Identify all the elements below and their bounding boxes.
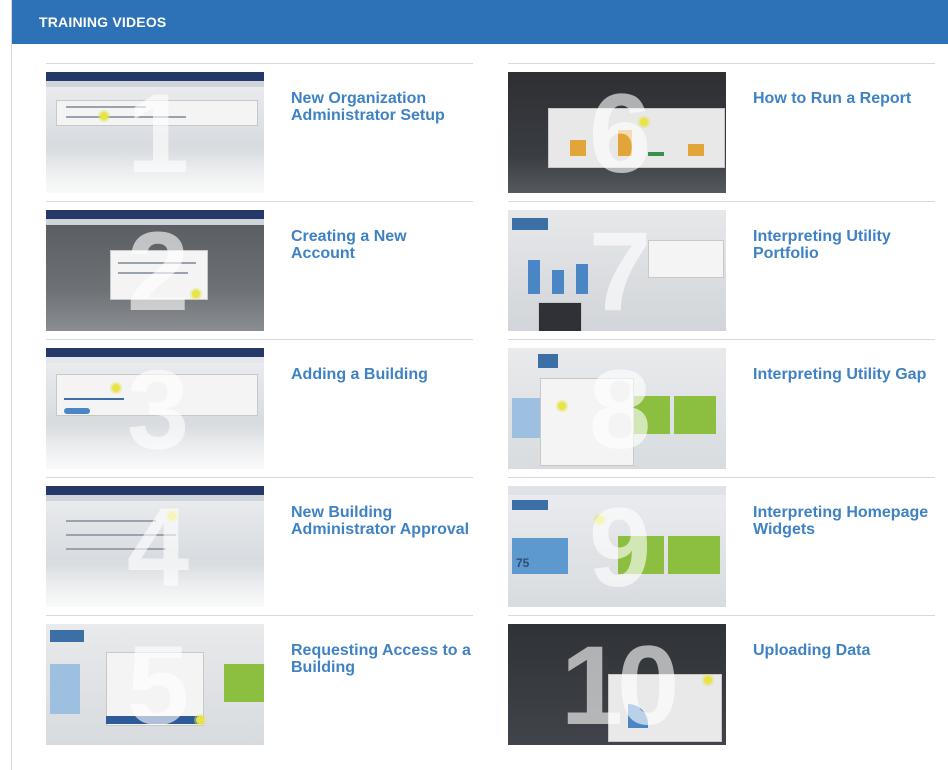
video-number: 5 [126,624,189,745]
video-number: 9 [588,486,651,607]
video-number: 6 [588,72,651,193]
video-row: 4 New Building Administrator Approval 75… [46,477,945,615]
video-title-link[interactable]: Uploading Data [753,642,933,659]
video-item-9: 75 9 Interpreting Homepage Widgets [508,477,935,616]
video-item-5: 5 Requesting Access to a Building [46,615,473,754]
video-title-link[interactable]: Adding a Building [291,366,471,383]
video-item-7: 7 Interpreting Utility Portfolio [508,201,935,340]
video-thumbnail[interactable]: 10 [508,624,726,745]
video-row: 3 Adding a Building 8 Interpreting Utili… [46,339,945,477]
video-title-link[interactable]: New Organization Administrator Setup [291,90,471,124]
video-title-link[interactable]: Interpreting Homepage Widgets [753,504,933,538]
video-thumbnail[interactable]: 6 [508,72,726,193]
video-thumbnail[interactable]: 5 [46,624,264,745]
video-item-1: 1 New Organization Administrator Setup [46,63,473,202]
video-thumbnail[interactable]: 8 [508,348,726,469]
video-row: 5 Requesting Access to a Building 10 Upl… [46,615,945,753]
thumb-fade [46,557,264,607]
video-thumbnail[interactable]: 2 [46,210,264,331]
video-title-link[interactable]: New Building Administrator Approval [291,504,471,538]
video-number: 10 [560,624,680,745]
panel-header: TRAINING VIDEOS [12,0,948,44]
thumb-fade [46,419,264,469]
video-number: 8 [588,348,651,469]
video-item-10: 10 Uploading Data [508,615,935,754]
video-thumbnail[interactable]: 1 [46,72,264,193]
video-item-4: 4 New Building Administrator Approval [46,477,473,616]
video-title-link[interactable]: How to Run a Report [753,90,933,107]
video-row: 1 New Organization Administrator Setup 6… [46,63,945,201]
video-title-link[interactable]: Requesting Access to a Building [291,642,471,676]
video-number: 7 [588,210,651,331]
video-title-link[interactable]: Creating a New Account [291,228,471,262]
video-thumbnail[interactable]: 3 [46,348,264,469]
video-number: 2 [126,210,189,331]
video-row: 2 Creating a New Account 7 Interpreting … [46,201,945,339]
video-thumbnail[interactable]: 4 [46,486,264,607]
video-item-8: 8 Interpreting Utility Gap [508,339,935,478]
video-thumbnail[interactable]: 7 [508,210,726,331]
video-thumbnail[interactable]: 75 9 [508,486,726,607]
video-item-6: 6 How to Run a Report [508,63,935,202]
video-title-link[interactable]: Interpreting Utility Portfolio [753,228,933,262]
video-title-link[interactable]: Interpreting Utility Gap [753,366,933,383]
video-item-3: 3 Adding a Building [46,339,473,478]
video-item-2: 2 Creating a New Account [46,201,473,340]
training-videos-panel: TRAINING VIDEOS 1 New Organization Admin… [11,0,948,770]
thumb-fade [46,143,264,193]
